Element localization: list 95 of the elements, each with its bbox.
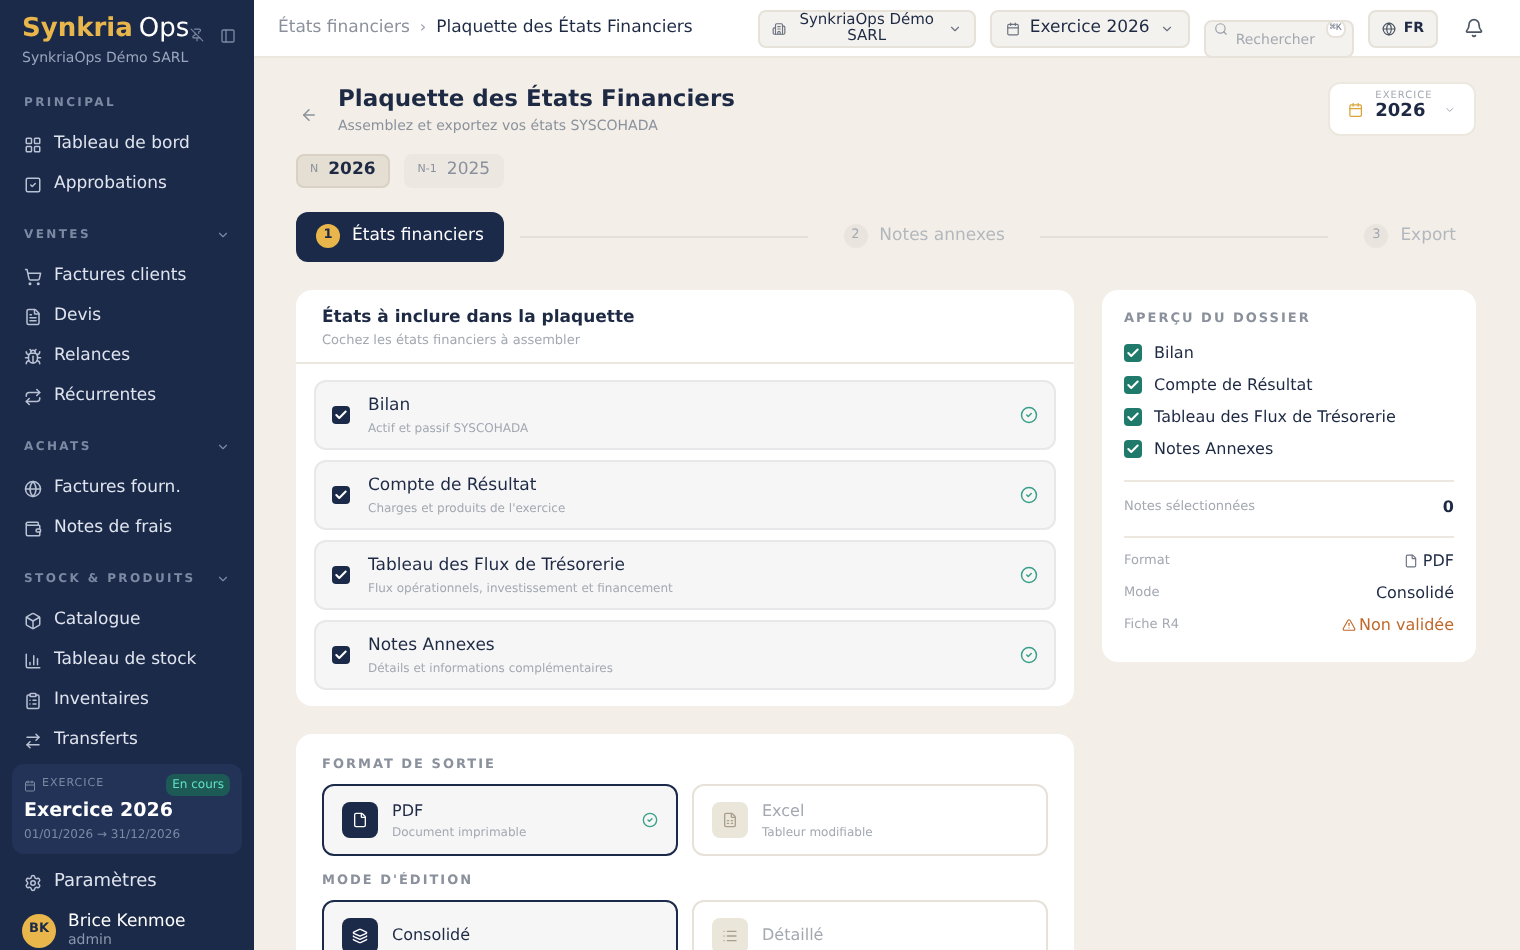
nav-item[interactable]: Notes de frais: [16, 508, 238, 548]
check-circle-icon: [1020, 566, 1038, 585]
checkbox[interactable]: [332, 566, 350, 585]
checkbox[interactable]: [332, 646, 350, 665]
check-icon: [1126, 346, 1140, 360]
nav-item[interactable]: Approbations: [16, 164, 238, 204]
arrows-icon: [24, 731, 42, 749]
check-icon: [334, 568, 348, 583]
check-icon: [334, 488, 348, 503]
page-title: Plaquette des États Financiers: [338, 82, 735, 116]
chevron-icon: [1159, 21, 1174, 35]
nav-item[interactable]: Tableau de stock: [16, 640, 238, 680]
check-icon: [1126, 378, 1140, 392]
calendar-icon: [1005, 21, 1020, 35]
statement-name: Compte de Résultat: [368, 473, 539, 500]
repeat-icon: [24, 387, 42, 405]
settings-icon: [24, 873, 42, 892]
box-icon: [24, 611, 42, 629]
chevron-icon[interactable]: [216, 227, 230, 241]
nav-item[interactable]: Récurrentes: [16, 376, 238, 416]
preview-item: Bilan: [1154, 341, 1194, 365]
nav-item[interactable]: Factures fourn.: [16, 468, 238, 508]
check-circle-icon: [642, 812, 658, 828]
calendar-icon: [1348, 101, 1364, 117]
checkbox[interactable]: [1124, 440, 1142, 458]
detail-value: Non validée: [1359, 613, 1454, 637]
detail-value: PDF: [1422, 549, 1454, 573]
bar-chart-icon: [24, 651, 42, 669]
globe-icon: [24, 479, 42, 497]
grid-icon: [24, 135, 42, 153]
clipboard-icon: [24, 691, 42, 709]
breadcrumb-separator: ›: [419, 16, 427, 40]
nav-item[interactable]: Relances: [16, 336, 238, 376]
warning-icon: [1341, 618, 1355, 632]
document-icon: [24, 307, 42, 325]
search-icon: [1213, 21, 1228, 35]
calendar-icon: [24, 779, 36, 791]
check-circle-icon: [1020, 646, 1038, 665]
check-icon: [1126, 442, 1140, 456]
statement-name: Bilan: [368, 393, 413, 420]
check-circle-icon: [1020, 406, 1038, 425]
brand-name: Synkria: [22, 12, 133, 48]
mode-option[interactable]: Consolidé: [322, 899, 678, 950]
nav-item[interactable]: Devis: [16, 296, 238, 336]
spreadsheet-icon: [722, 812, 738, 828]
checkbox[interactable]: [332, 486, 350, 505]
notification-icon[interactable]: [1464, 18, 1484, 38]
format-name: Excel: [762, 799, 807, 823]
nav-item[interactable]: Factures clients: [16, 256, 238, 296]
bug-icon: [24, 347, 42, 365]
preview-item: Notes Annexes: [1154, 437, 1274, 461]
chevron-icon: [947, 21, 962, 35]
card-title: États à inclure dans la plaquette: [322, 305, 637, 331]
building-icon: [771, 21, 786, 35]
nav-item[interactable]: Catalogue: [16, 600, 238, 640]
preview-item: Compte de Résultat: [1154, 373, 1313, 397]
unpin-icon[interactable]: [189, 28, 204, 42]
check-icon: [334, 408, 348, 423]
checkbox[interactable]: [1124, 344, 1142, 362]
checkbox[interactable]: [1124, 376, 1142, 394]
document-icon: [1404, 554, 1419, 568]
checkbox[interactable]: [1124, 408, 1142, 426]
layers-icon: [352, 927, 368, 944]
preview-item: Tableau des Flux de Trésorerie: [1154, 405, 1396, 429]
format-name: PDF: [392, 799, 426, 823]
nav-item[interactable]: Transferts: [16, 720, 238, 760]
mode-name: Détaillé: [762, 923, 824, 948]
breadcrumb-item: Plaquette des États Financiers: [436, 15, 693, 41]
check-icon: [334, 648, 348, 663]
chevron-icon: [1444, 103, 1456, 115]
user-name: Brice Kenmoe: [68, 911, 186, 933]
panel-icon[interactable]: [219, 28, 236, 44]
brand-suffix: Ops: [138, 12, 190, 48]
chevron-icon[interactable]: [216, 571, 230, 585]
nav-item[interactable]: Inventaires: [16, 680, 238, 720]
mode-name: Consolidé: [392, 923, 471, 948]
statement-name: Notes Annexes: [368, 633, 497, 660]
checkbox[interactable]: [332, 406, 350, 425]
notes-count: 0: [1442, 495, 1454, 519]
list-icon: [722, 927, 738, 944]
check-circle-icon: [1020, 486, 1038, 505]
wallet-icon: [24, 519, 42, 537]
settings-item[interactable]: Paramètres: [0, 866, 254, 900]
checkbox-icon: [24, 175, 42, 193]
detail-value: Consolidé: [1375, 581, 1454, 605]
cart-icon: [24, 267, 42, 285]
chevron-icon[interactable]: [216, 439, 230, 453]
check-icon: [1126, 410, 1140, 424]
nav-item[interactable]: Tableau de bord: [16, 124, 238, 164]
back-icon[interactable]: [300, 106, 318, 124]
exercise-selector[interactable]: Exercice 2026: [989, 9, 1190, 47]
globe-icon: [1381, 21, 1396, 35]
document-icon: [352, 812, 368, 828]
exercise-title: Exercice 2026: [24, 798, 175, 826]
statement-name: Tableau des Flux de Trésorerie: [368, 553, 627, 580]
